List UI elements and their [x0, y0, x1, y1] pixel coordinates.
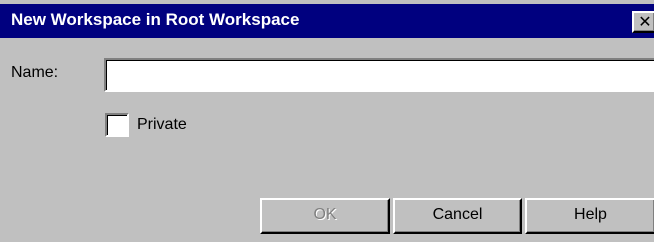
new-workspace-dialog: New Workspace in Root Workspace ✕ Name: …: [0, 0, 654, 242]
title-bar[interactable]: New Workspace in Root Workspace ✕: [0, 4, 654, 38]
name-label: Name:: [11, 64, 59, 81]
private-label[interactable]: Private: [137, 116, 187, 134]
ok-button[interactable]: OK: [260, 198, 390, 234]
close-button[interactable]: ✕: [632, 11, 654, 33]
cancel-button[interactable]: Cancel: [393, 198, 522, 234]
name-field[interactable]: [104, 58, 654, 92]
private-checkbox[interactable]: [105, 113, 129, 137]
dialog-title: New Workspace in Root Workspace: [11, 10, 300, 29]
close-icon: ✕: [638, 12, 652, 31]
help-button[interactable]: Help: [525, 198, 654, 234]
